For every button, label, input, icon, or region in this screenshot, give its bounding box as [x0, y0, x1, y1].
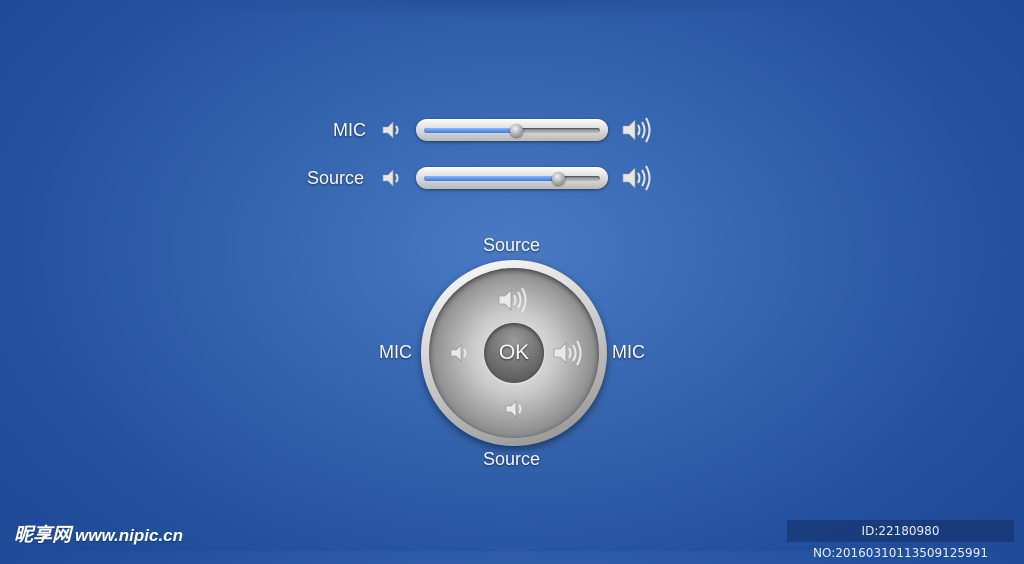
speaker-high-icon[interactable] [552, 338, 584, 368]
watermark-id: ID:22180980 NO:20160310113509125991 [787, 520, 1014, 560]
speaker-low-icon[interactable] [449, 342, 471, 364]
dial-left-label: MIC [379, 342, 412, 362]
slider-track [424, 172, 600, 185]
dial-face[interactable]: OK [429, 268, 599, 438]
mic-slider-label: MIC [333, 120, 366, 140]
speaker-high-icon[interactable] [621, 115, 653, 145]
volume-dial[interactable]: OK [421, 260, 607, 446]
speaker-low-icon[interactable] [381, 167, 403, 189]
slider-knob[interactable] [509, 124, 523, 137]
watermark-logo-text: 昵享网 [14, 525, 72, 546]
dial-bottom-label: Source [483, 449, 541, 469]
speaker-low-icon[interactable] [504, 398, 526, 420]
watermark-logo: 昵享网 www.nipic.cn [14, 520, 183, 547]
ok-button[interactable]: OK [484, 323, 544, 383]
dial-top-label: Source [483, 235, 541, 255]
slider-fill [424, 176, 558, 181]
dial-right-label: MIC [612, 342, 645, 362]
slider-knob[interactable] [551, 172, 565, 185]
speaker-low-icon[interactable] [381, 119, 403, 141]
watermark-url: www.nipic.cn [75, 526, 184, 545]
mic-volume-slider[interactable] [416, 119, 608, 141]
source-slider-label: Source [307, 168, 365, 188]
slider-track [424, 124, 600, 137]
slider-fill [424, 128, 516, 133]
top-glow [150, 0, 850, 20]
speaker-high-icon[interactable] [497, 285, 529, 315]
source-volume-slider[interactable] [416, 167, 608, 189]
speaker-high-icon[interactable] [621, 163, 653, 193]
